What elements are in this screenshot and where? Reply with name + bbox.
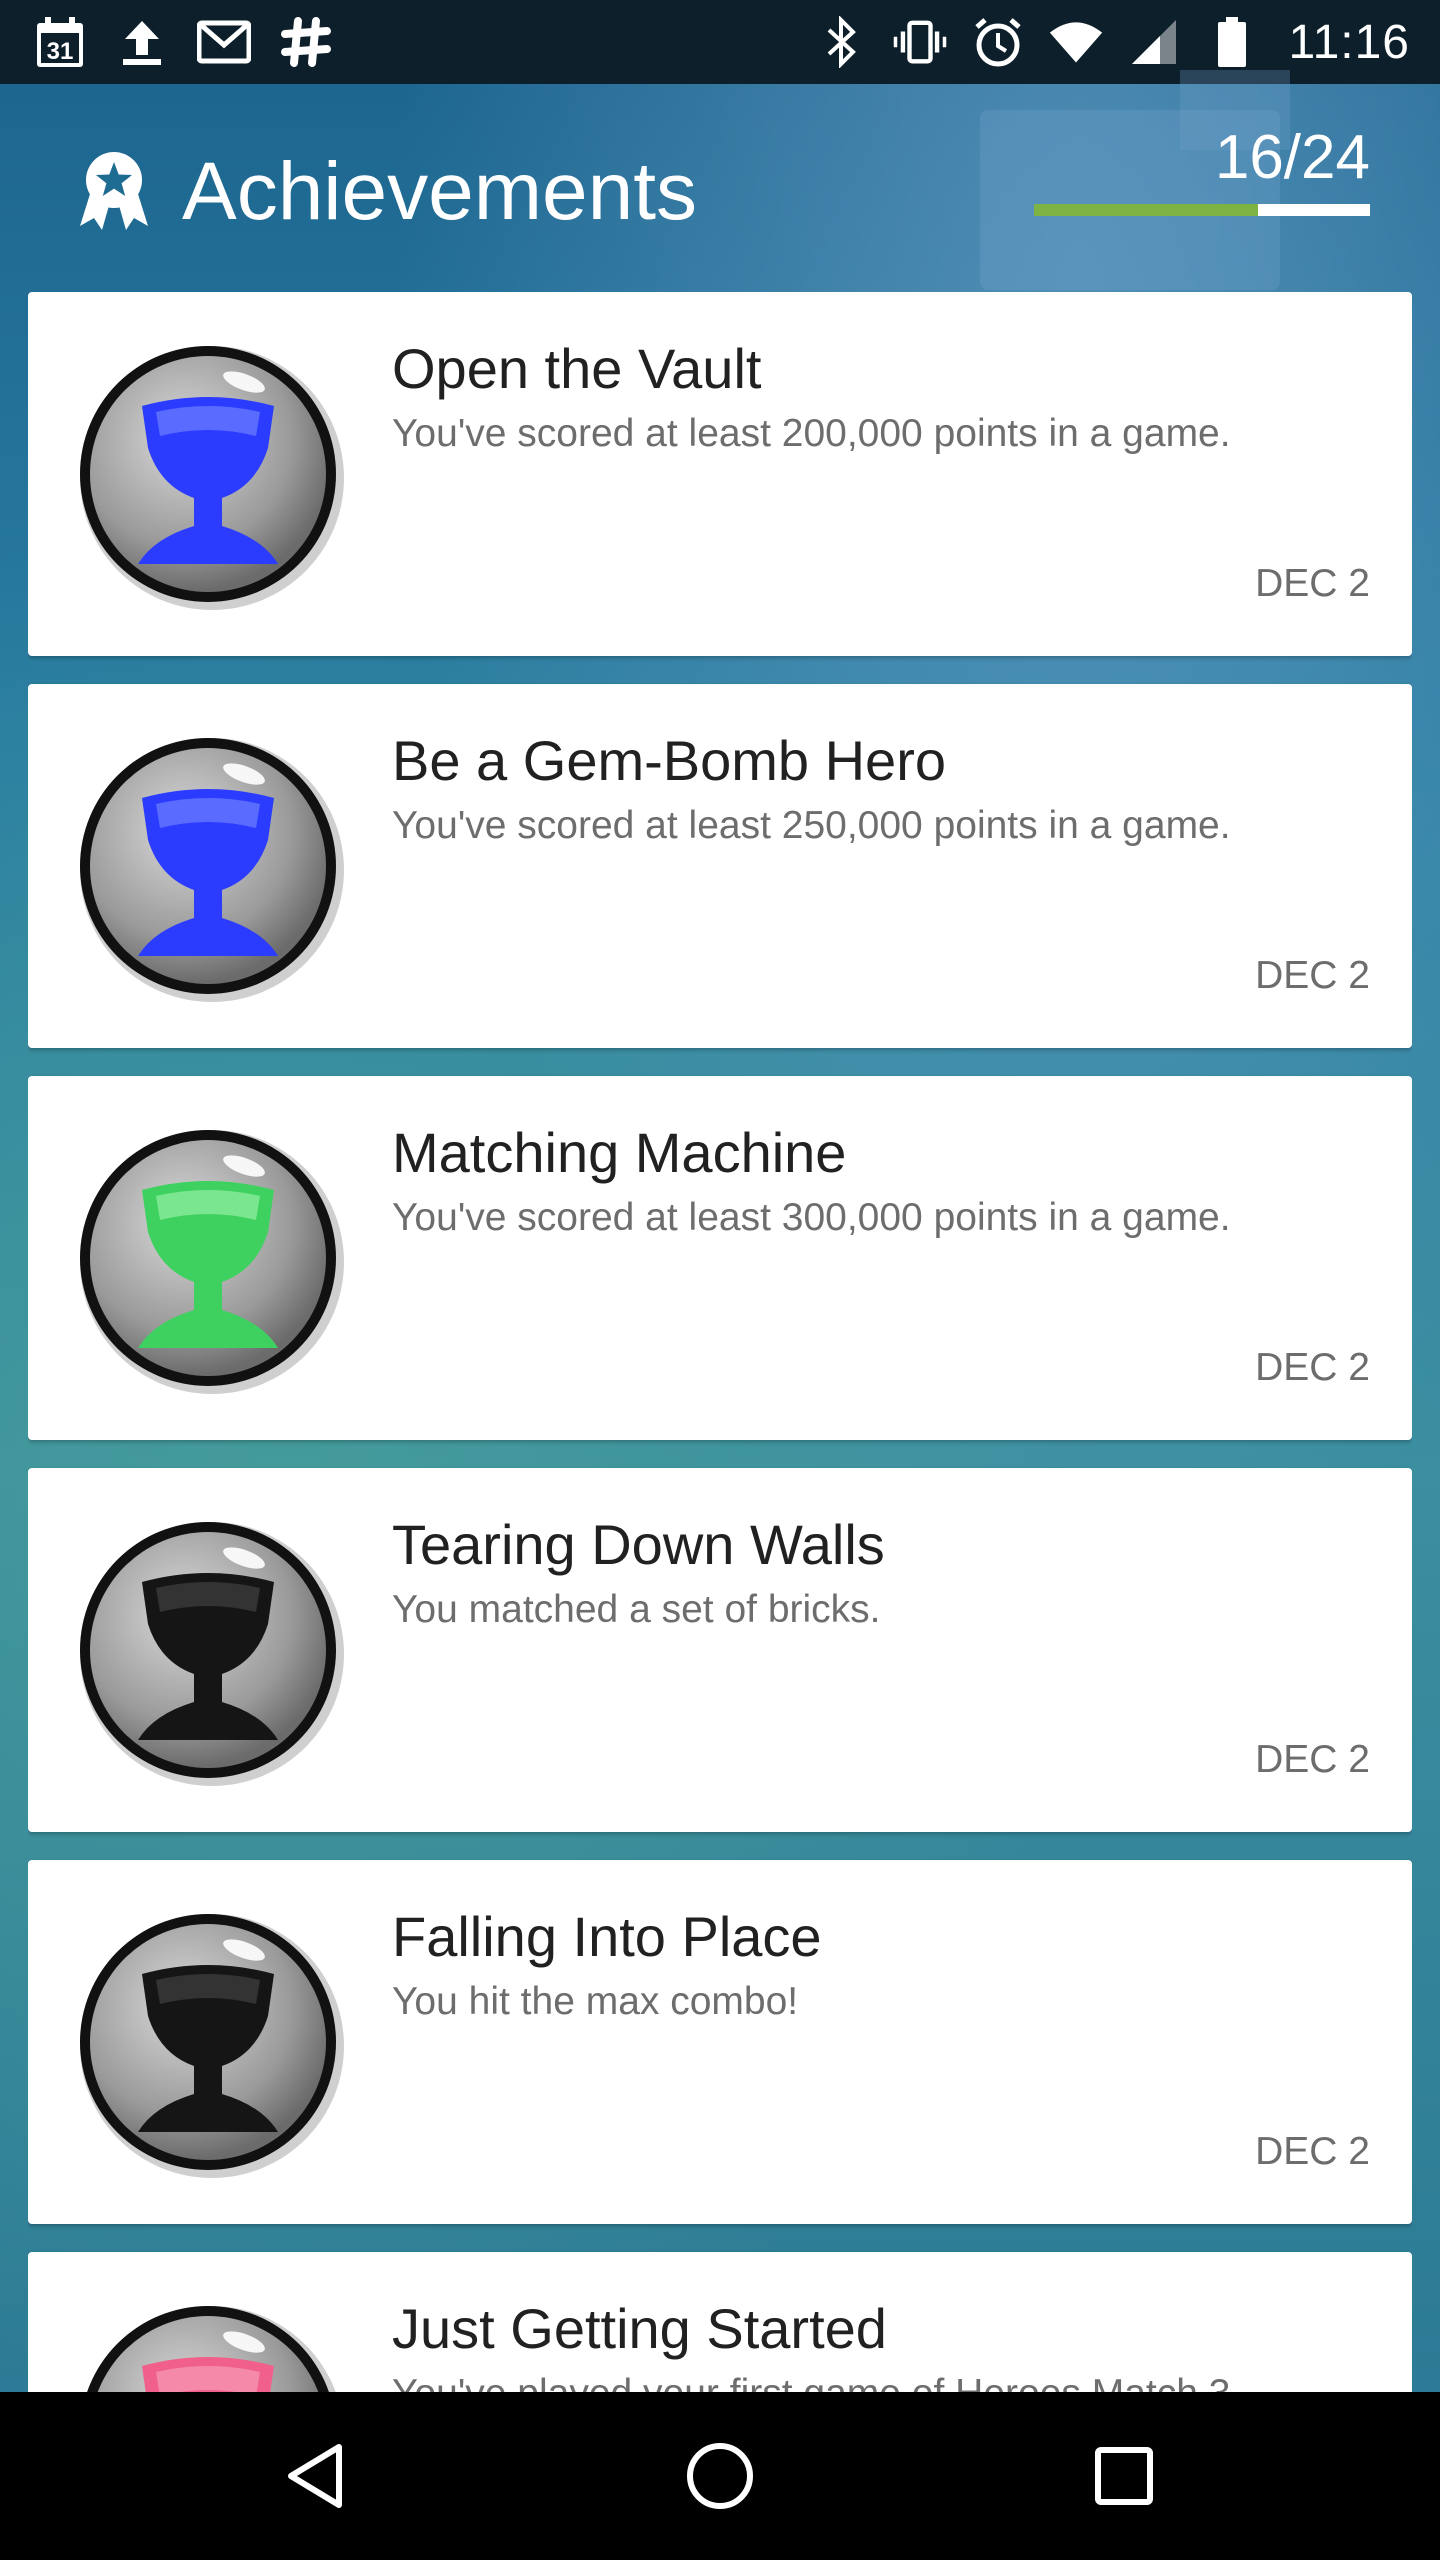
achievement-description: You've scored at least 250,000 points in… xyxy=(392,804,1231,847)
achievement-card[interactable]: Be a Gem-Bomb Hero You've scored at least… xyxy=(28,684,1412,1048)
home-icon[interactable] xyxy=(670,2426,770,2526)
achievement-title: Tearing Down Walls xyxy=(392,1513,885,1576)
achievement-title: Open the Vault xyxy=(392,337,762,400)
achievement-title: Falling Into Place xyxy=(392,1905,822,1968)
achievement-title: Be a Gem-Bomb Hero xyxy=(392,729,946,792)
bluetooth-icon xyxy=(814,14,870,70)
achievement-card[interactable]: Just Getting Started You've played your f… xyxy=(28,2252,1412,2392)
slack-icon xyxy=(278,14,334,70)
achievement-title: Matching Machine xyxy=(392,1121,847,1184)
gmail-icon xyxy=(196,14,252,70)
progress-count: 16/24 xyxy=(1214,123,1370,192)
signal-icon xyxy=(1126,14,1182,70)
trophy-badge-icon xyxy=(72,1904,348,2180)
calendar-icon: 31 xyxy=(32,14,88,70)
back-icon[interactable] xyxy=(266,2426,366,2526)
achievement-date: DEC 2 xyxy=(1255,2130,1370,2173)
vibrate-icon xyxy=(892,14,948,70)
progress-bar-fill xyxy=(1034,204,1258,216)
progress-bar xyxy=(1034,204,1370,216)
navigation-bar xyxy=(0,2392,1440,2560)
achievement-date: DEC 2 xyxy=(1255,1346,1370,1389)
trophy-badge-icon xyxy=(72,728,348,1004)
achievement-title: Just Getting Started xyxy=(392,2297,887,2360)
achievement-card[interactable]: Tearing Down Walls You matched a set of b… xyxy=(28,1468,1412,1832)
calendar-day: 31 xyxy=(47,38,74,65)
wifi-icon xyxy=(1048,14,1104,70)
achievement-date: DEC 2 xyxy=(1255,954,1370,997)
achievement-description: You've scored at least 300,000 points in… xyxy=(392,1196,1231,1239)
trophy-badge-icon xyxy=(72,1120,348,1396)
achievement-card[interactable]: Falling Into Place You hit the max combo!… xyxy=(28,1860,1412,2224)
achievement-description: You hit the max combo! xyxy=(392,1980,799,2023)
award-icon xyxy=(76,150,152,230)
achievement-description: You've scored at least 200,000 points in… xyxy=(392,412,1231,455)
trophy-badge-icon xyxy=(72,2296,348,2392)
upload-icon xyxy=(114,14,170,70)
trophy-badge-icon xyxy=(72,336,348,612)
achievement-list[interactable]: Open the Vault You've scored at least 200… xyxy=(28,292,1412,2392)
achievement-description: You matched a set of bricks. xyxy=(392,1588,881,1631)
achievement-date: DEC 2 xyxy=(1255,1738,1370,1781)
recents-icon[interactable] xyxy=(1074,2426,1174,2526)
battery-icon xyxy=(1204,14,1260,70)
trophy-badge-icon xyxy=(72,1512,348,1788)
achievement-description: You've played your first game of Heroes … xyxy=(392,2370,1230,2392)
clock: 11:16 xyxy=(1288,15,1410,69)
achievement-card[interactable]: Matching Machine You've scored at least 3… xyxy=(28,1076,1412,1440)
achievement-date: DEC 2 xyxy=(1255,562,1370,605)
achievement-card[interactable]: Open the Vault You've scored at least 200… xyxy=(28,292,1412,656)
page-title: Achievements xyxy=(182,146,698,237)
alarm-icon xyxy=(970,14,1026,70)
